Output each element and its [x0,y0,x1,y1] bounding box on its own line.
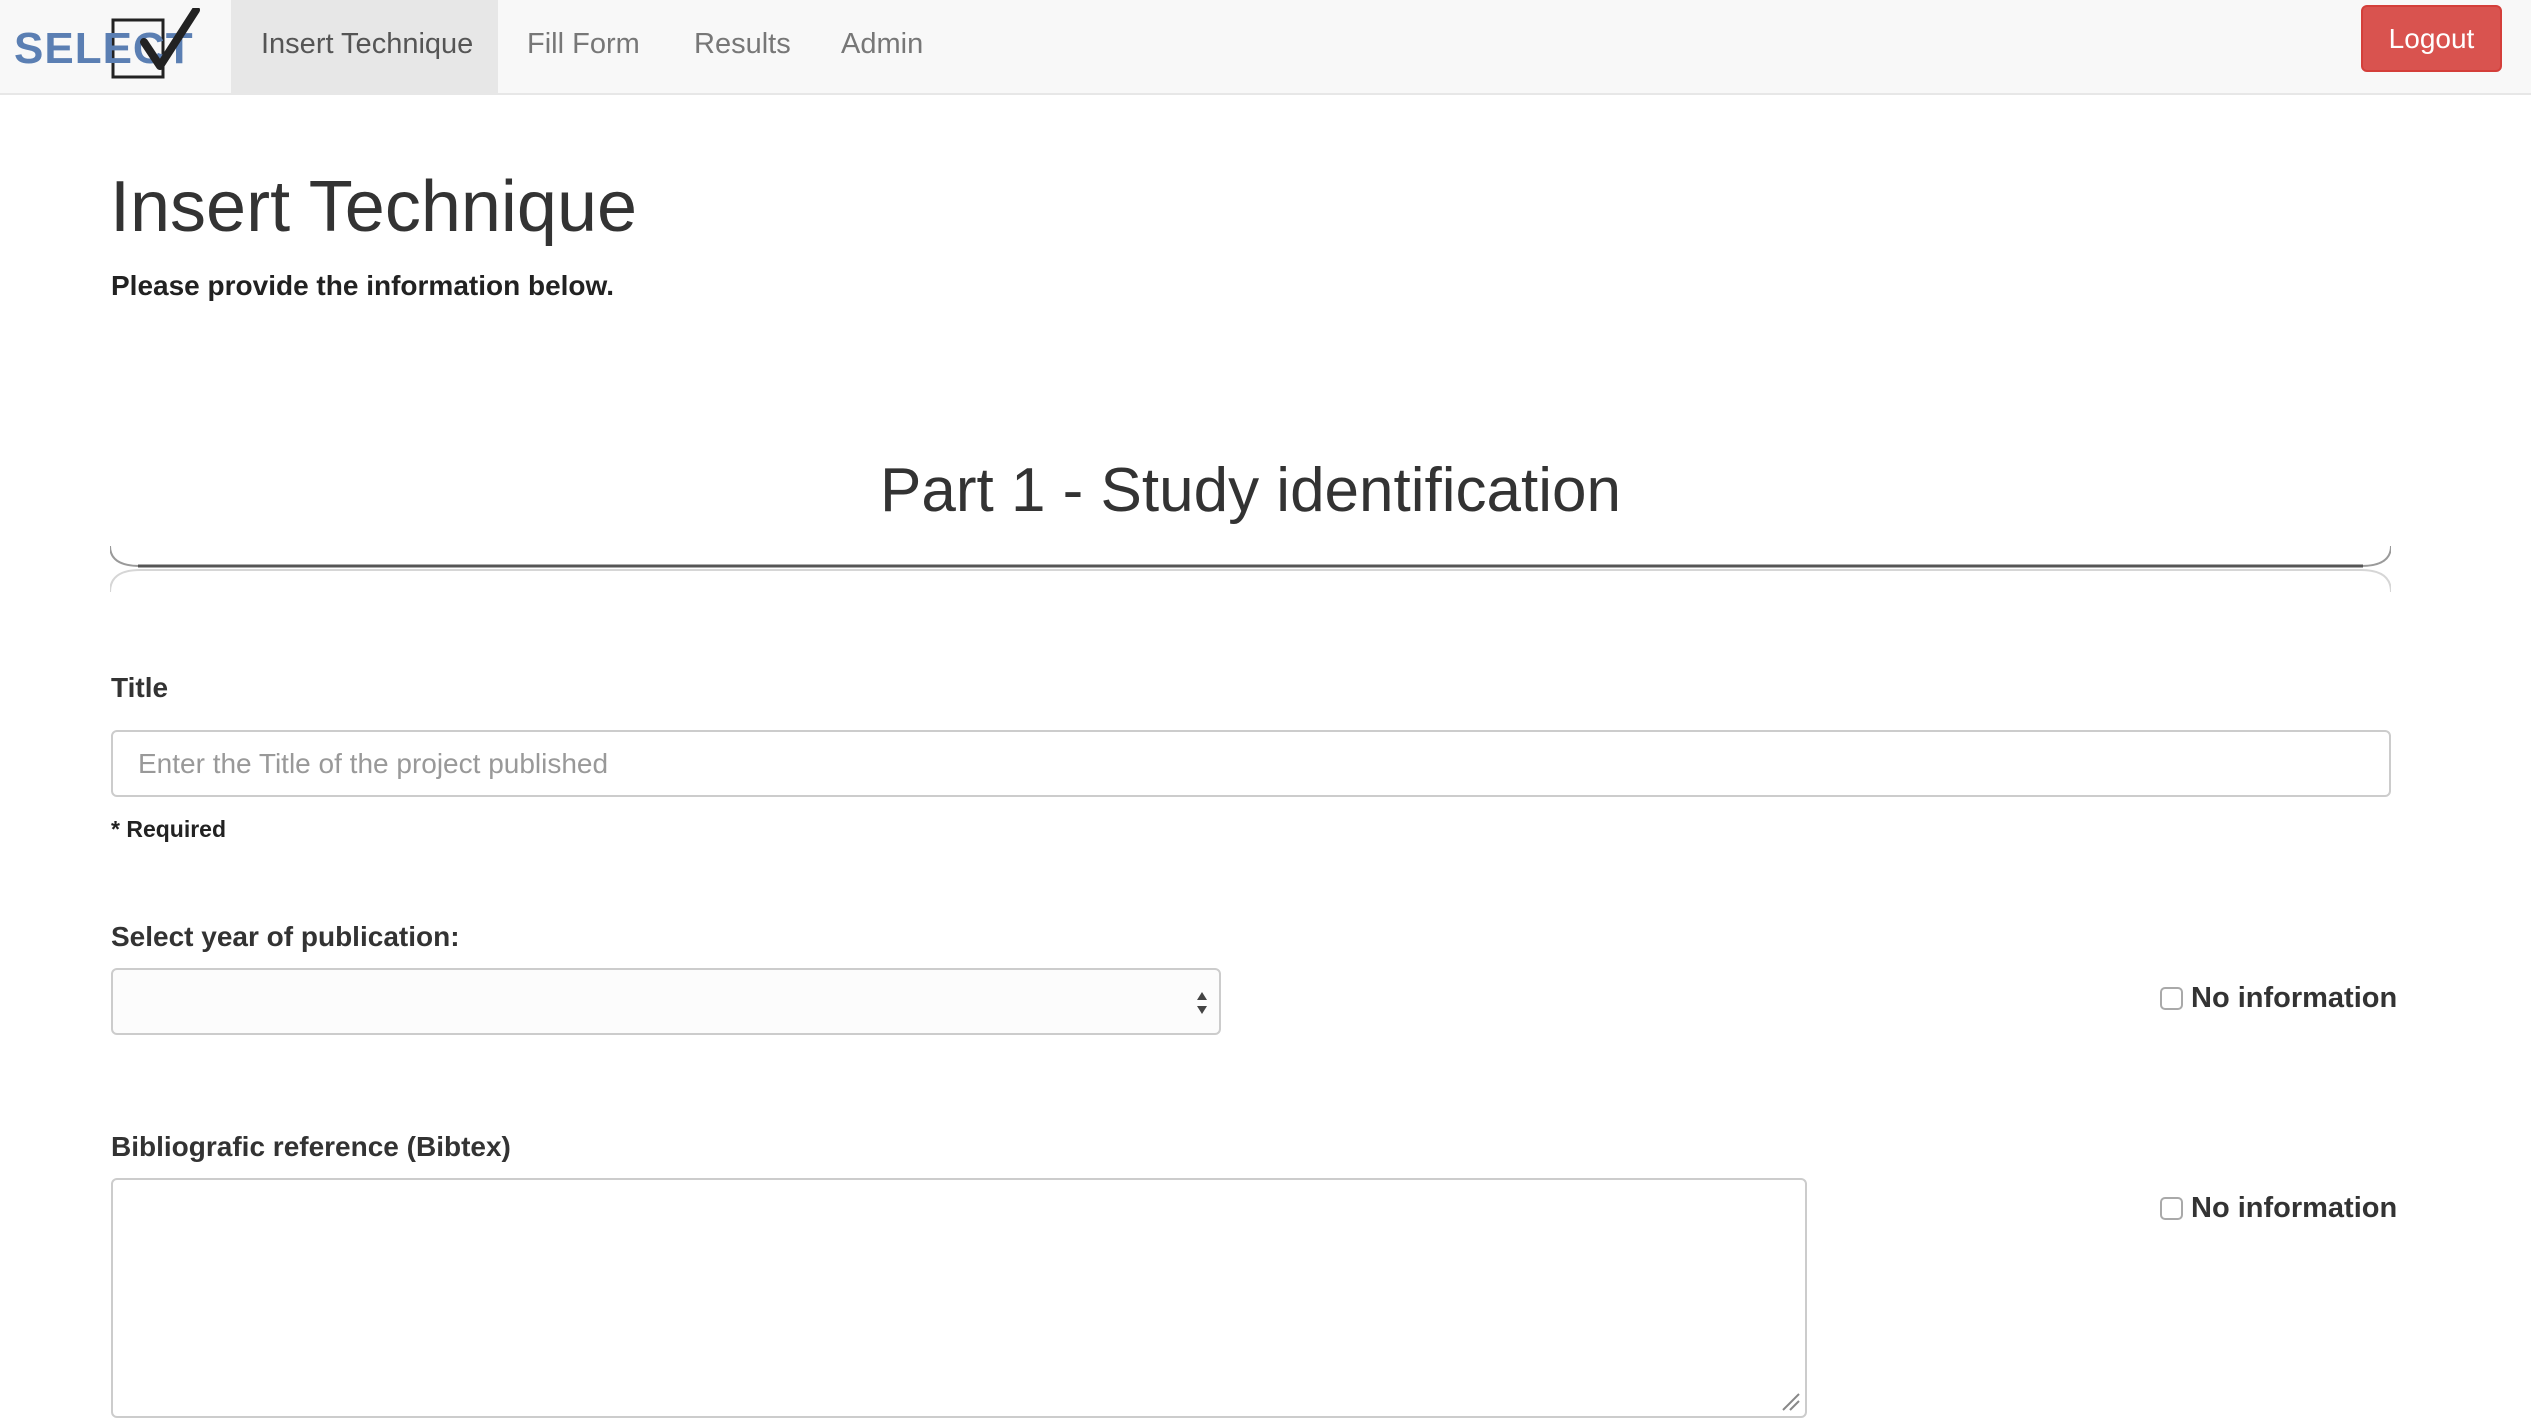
page-subtitle: Please provide the information below. [111,270,615,301]
title-label: Title [111,672,169,703]
section-divider [110,530,2391,600]
nav-fill-form[interactable]: Fill Form [497,0,670,93]
year-no-information: No information [2160,981,2397,1015]
year-select[interactable] [111,968,1221,1035]
logout-button[interactable]: Logout [2361,5,2502,72]
top-navbar: SELECT Insert Technique Fill Form Result… [0,0,2531,95]
bibtex-label: Bibliografic reference (Bibtex) [111,1131,511,1162]
year-no-information-checkbox[interactable] [2160,986,2183,1010]
bibtex-no-information-checkbox[interactable] [2160,1196,2183,1220]
nav-insert-technique[interactable]: Insert Technique [231,0,498,93]
page-title: Insert Technique [110,167,638,247]
resize-handle-icon[interactable] [1779,1390,1801,1412]
nav-admin[interactable]: Admin [811,0,953,93]
bibtex-no-information-label: No information [2191,1191,2398,1224]
select-logo[interactable]: SELECT [12,8,207,84]
section-title: Part 1 - Study identification [880,456,1621,525]
nav-results[interactable]: Results [664,0,821,93]
select-arrows-icon [1193,986,1211,1020]
bibtex-textarea[interactable] [111,1178,1807,1418]
title-input[interactable] [111,730,2391,797]
year-label: Select year of publication: [111,921,460,952]
bibtex-no-information: No information [2160,1191,2397,1225]
required-note: * Required [111,816,227,842]
year-no-information-label: No information [2191,981,2398,1014]
